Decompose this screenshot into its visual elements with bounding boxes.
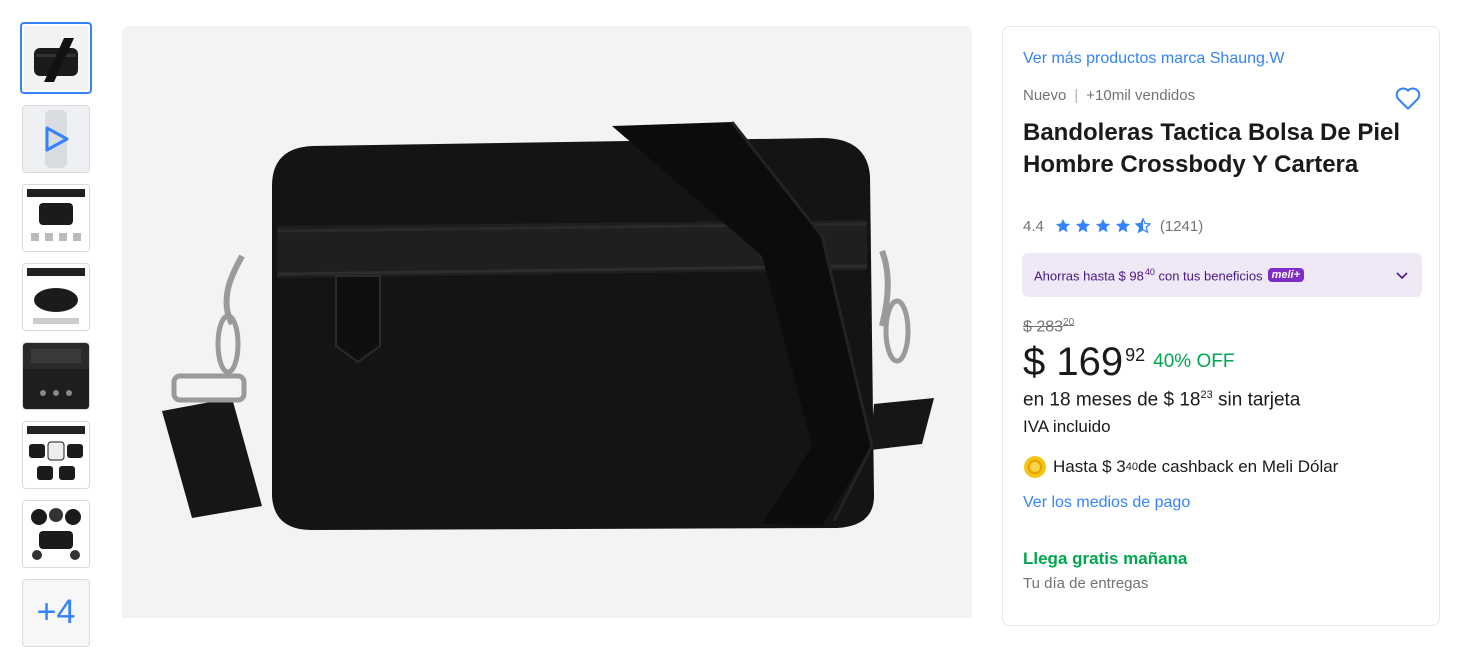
brand-link[interactable]: Ver más productos marca Shaung.W bbox=[1023, 50, 1284, 68]
current-price-amount: $ 169 bbox=[1023, 340, 1124, 384]
original-price: $ 28320 bbox=[1023, 317, 1074, 336]
installments-text: en 18 meses de $ 1823 sin tarjeta bbox=[1023, 389, 1300, 411]
discount-label: 40% OFF bbox=[1153, 351, 1235, 372]
review-count: (1241) bbox=[1159, 217, 1204, 235]
main-product-image[interactable] bbox=[122, 26, 972, 618]
divider: | bbox=[1074, 87, 1079, 104]
chevron-down-icon bbox=[1396, 272, 1408, 280]
thumbnail-7[interactable] bbox=[22, 500, 90, 568]
current-price-cents: 92 bbox=[1125, 345, 1146, 365]
iva-label: IVA incluido bbox=[1023, 417, 1111, 436]
thumbnail-5[interactable] bbox=[22, 342, 90, 410]
original-price-cents: 20 bbox=[1063, 317, 1075, 328]
thumbnail-image bbox=[23, 185, 89, 251]
star-full-icon bbox=[1055, 218, 1070, 233]
thumbnail-1[interactable] bbox=[20, 22, 92, 94]
meli-plus-badge: meli+ bbox=[1267, 268, 1304, 282]
condition-label: Nuevo bbox=[1023, 87, 1067, 104]
cashback-cents: 40 bbox=[1125, 461, 1139, 473]
shipping-subtitle: Tu día de entregas bbox=[1023, 575, 1149, 592]
cashback-row: Hasta $ 3 40 de cashback en Meli Dólar bbox=[1023, 455, 1338, 479]
star-full-icon bbox=[1115, 218, 1130, 233]
product-subtitle: Nuevo | +10mil vendidos bbox=[1023, 87, 1195, 104]
installments-suffix: sin tarjeta bbox=[1212, 389, 1301, 411]
heart-icon bbox=[1395, 87, 1421, 110]
benefits-banner[interactable]: Ahorras hasta $ 9840 con tus beneficios … bbox=[1022, 253, 1422, 297]
payment-methods-link[interactable]: Ver los medios de pago bbox=[1023, 494, 1190, 512]
original-price-amount: $ 283 bbox=[1023, 318, 1064, 336]
thumbnail-image bbox=[23, 106, 89, 172]
installments-amount: en 18 meses de $ 18 bbox=[1023, 389, 1201, 411]
rating-value: 4.4 bbox=[1023, 217, 1044, 235]
rating-stars bbox=[1054, 217, 1152, 235]
benefits-cents: 40 bbox=[1144, 266, 1155, 277]
rating-row[interactable]: 4.4 (1241) bbox=[1023, 217, 1203, 235]
product-title: Bandoleras Tactica Bolsa De Piel Hombre … bbox=[1023, 119, 1401, 178]
shipping-title: Llega gratis mañana bbox=[1023, 549, 1188, 568]
star-half-icon bbox=[1134, 217, 1152, 234]
coin-icon bbox=[1024, 456, 1046, 478]
benefits-amount: Ahorras hasta $ 98 bbox=[1034, 268, 1144, 284]
star-full-icon bbox=[1095, 218, 1110, 233]
current-price: $ 169 92 40% OFF bbox=[1023, 339, 1234, 385]
sold-count: +10mil vendidos bbox=[1086, 87, 1196, 104]
favorite-button[interactable] bbox=[1393, 83, 1423, 113]
thumbnail-3[interactable] bbox=[22, 184, 90, 252]
installments-cents: 23 bbox=[1200, 389, 1213, 401]
benefits-suffix: con tus beneficios bbox=[1154, 268, 1263, 284]
more-images-count: +4 bbox=[23, 580, 89, 646]
cashback-suffix: de cashback en Meli Dólar bbox=[1138, 457, 1339, 476]
cashback-amount: Hasta $ 3 bbox=[1053, 457, 1126, 476]
thumbnail-image bbox=[23, 264, 89, 330]
thumbnail-image bbox=[23, 422, 89, 488]
thumbnail-6[interactable] bbox=[22, 421, 90, 489]
thumbnail-2-video[interactable] bbox=[22, 105, 90, 173]
star-full-icon bbox=[1075, 218, 1090, 233]
benefits-text: Ahorras hasta $ 9840 con tus beneficios bbox=[1034, 267, 1263, 283]
thumbnail-more[interactable]: +4 bbox=[22, 579, 90, 647]
thumbnail-image bbox=[23, 343, 89, 409]
thumbnail-4[interactable] bbox=[22, 263, 90, 331]
thumbnail-image bbox=[23, 501, 89, 567]
product-info-panel: Ver más productos marca Shaung.W Nuevo | +… bbox=[1002, 26, 1440, 626]
thumbnail-image bbox=[24, 26, 88, 90]
